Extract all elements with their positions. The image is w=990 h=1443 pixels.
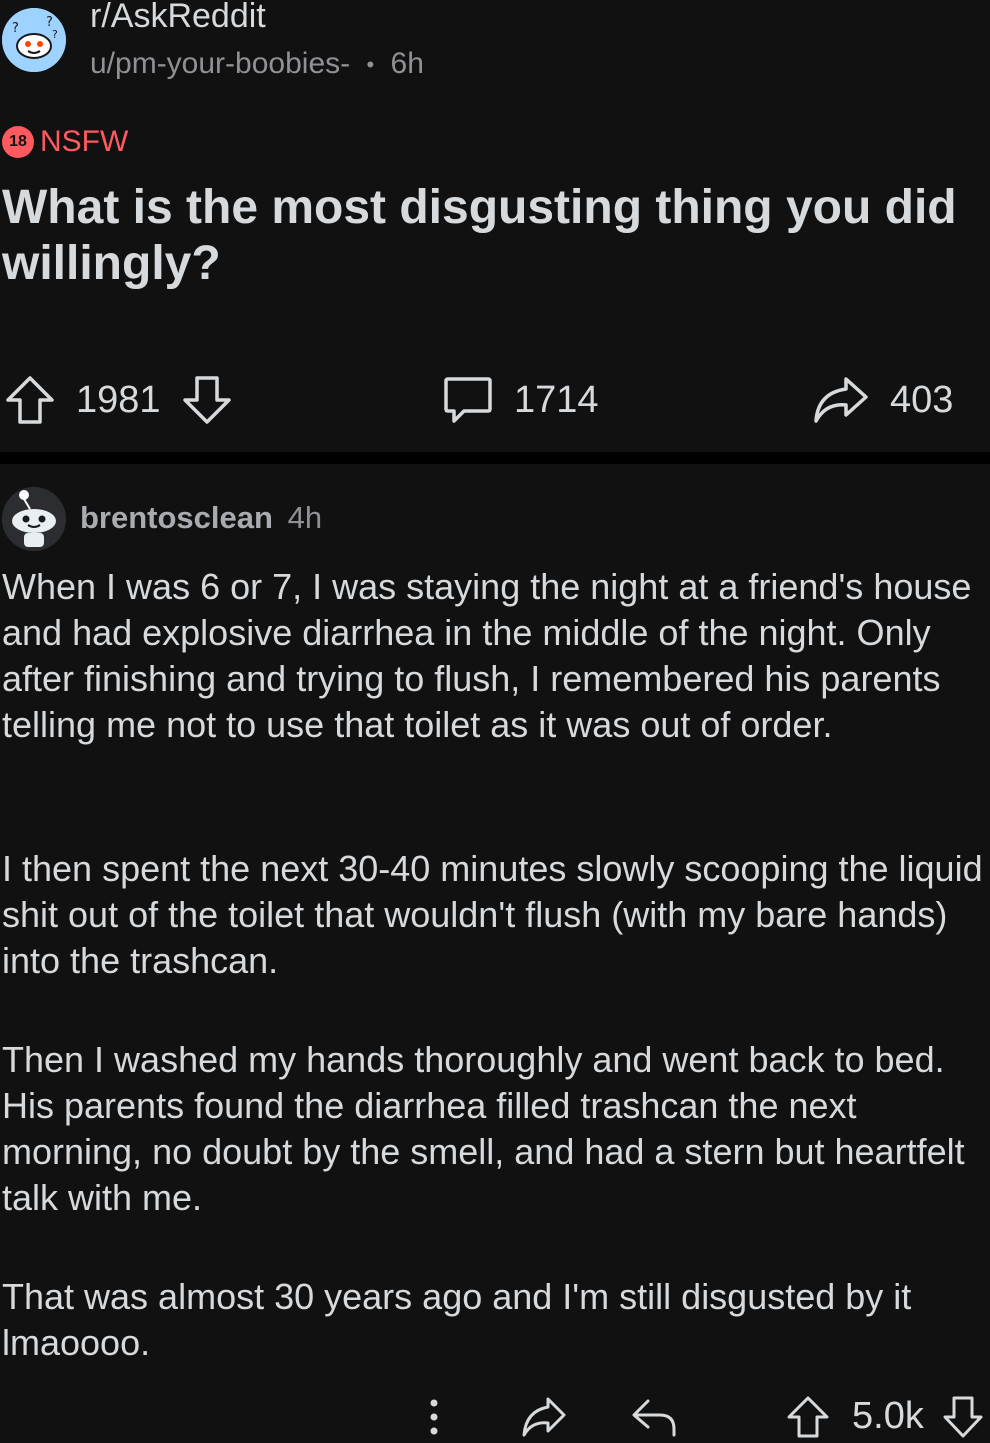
post-age: 6h xyxy=(390,47,424,80)
share-arrow-icon xyxy=(812,373,870,427)
meta-separator: • xyxy=(366,52,375,78)
post-title[interactable]: What is the most disgusting thing you di… xyxy=(2,180,982,292)
downvote-arrow-icon[interactable] xyxy=(942,1395,984,1439)
nsfw-18-icon: 18 xyxy=(2,126,34,158)
nsfw-tag: 18 NSFW xyxy=(2,124,128,160)
downvote-arrow-icon[interactable] xyxy=(181,374,233,426)
nsfw-label: NSFW xyxy=(40,125,129,158)
section-divider xyxy=(0,452,990,464)
post-header: ? ? ? r/AskReddit u/pm-your-boobies- • 6… xyxy=(0,0,990,90)
svg-text:?: ? xyxy=(12,21,19,36)
comment-paragraph-4: That was almost 30 years ago and I'm sti… xyxy=(2,1276,912,1363)
comment-bubble-icon xyxy=(442,373,494,427)
post-action-bar: 1981 1714 403 xyxy=(0,360,990,440)
subreddit-name[interactable]: r/AskReddit xyxy=(90,0,266,36)
comment-author[interactable]: brentosclean xyxy=(80,500,273,535)
post-author[interactable]: u/pm-your-boobies- xyxy=(90,47,350,80)
svg-text:?: ? xyxy=(52,28,58,41)
share-count: 403 xyxy=(890,378,954,421)
post-vote-count: 1981 xyxy=(76,378,161,421)
comment-count: 1714 xyxy=(514,378,599,421)
comment-age: 4h xyxy=(287,500,323,535)
share-arrow-icon xyxy=(520,1395,568,1439)
comment-share-button[interactable] xyxy=(520,1390,568,1443)
post-meta: u/pm-your-boobies- • 6h xyxy=(90,45,424,84)
comments-button[interactable]: 1714 xyxy=(442,360,599,440)
more-vertical-icon xyxy=(420,1395,448,1439)
comment-meta: brentosclean 4h xyxy=(80,498,322,538)
comment-paragraph-3: Then I washed my hands thoroughly and we… xyxy=(2,1039,965,1218)
more-options-button[interactable] xyxy=(420,1390,448,1443)
askreddit-snoo-icon[interactable]: ? ? ? xyxy=(2,8,66,72)
comment-vote-group: 5.0k xyxy=(786,1390,984,1443)
share-button[interactable]: 403 xyxy=(812,360,953,440)
snoo-avatar-icon[interactable] xyxy=(2,487,66,551)
comment-action-bar: 5.0k xyxy=(0,1390,990,1443)
upvote-arrow-icon[interactable] xyxy=(4,374,56,426)
reply-button[interactable] xyxy=(630,1390,678,1443)
reply-arrow-icon xyxy=(630,1395,678,1439)
upvote-arrow-icon[interactable] xyxy=(786,1395,830,1439)
comment-paragraph-2: I then spent the next 30-40 minutes slow… xyxy=(2,848,983,981)
post-vote-group: 1981 xyxy=(4,360,233,440)
comment-vote-count: 5.0k xyxy=(852,1395,924,1437)
comment-paragraph-1: When I was 6 or 7, I was staying the nig… xyxy=(2,566,972,745)
